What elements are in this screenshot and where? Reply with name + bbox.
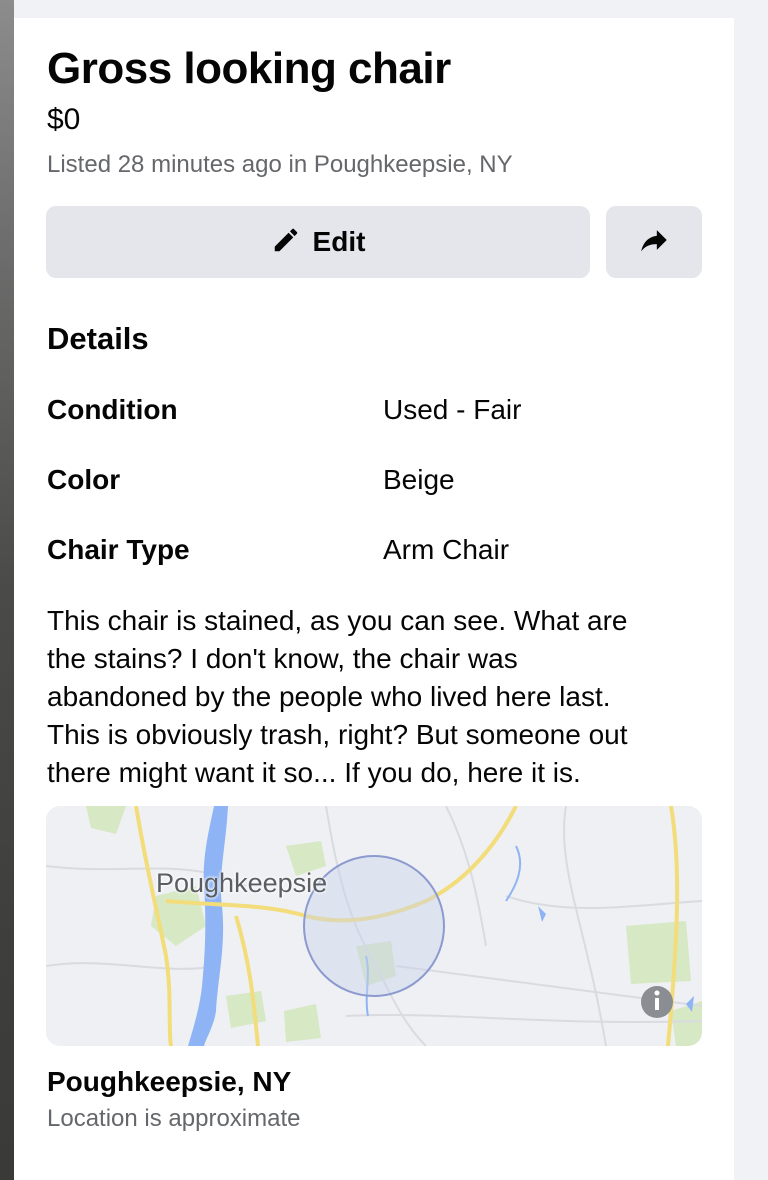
- location-name: Poughkeepsie, NY: [47, 1066, 292, 1097]
- detail-row-chair-type: Chair Type Arm Chair: [47, 532, 707, 568]
- info-icon[interactable]: [641, 986, 673, 1018]
- detail-row-color: Color Beige: [47, 462, 707, 498]
- detail-label: Chair Type: [47, 534, 190, 565]
- details-heading: Details: [47, 321, 149, 356]
- detail-value: Beige: [383, 464, 455, 495]
- listing-price: $0: [47, 103, 81, 136]
- listing-detail-panel: Gross looking chair $0 Listed 28 minutes…: [14, 18, 734, 1180]
- detail-row-condition: Condition Used - Fair: [47, 392, 707, 428]
- listing-meta: Listed 28 minutes ago in Poughkeepsie, N…: [47, 151, 513, 178]
- map-city-label: Poughkeepsie: [156, 868, 328, 898]
- share-arrow-icon: [637, 223, 671, 262]
- detail-label: Condition: [47, 394, 178, 425]
- pencil-icon: [271, 225, 301, 260]
- location-note: Location is approximate: [47, 1105, 301, 1132]
- share-button[interactable]: [606, 206, 702, 278]
- listing-description: This chair is stained, as you can see. W…: [47, 605, 628, 788]
- background-photo-edge: [0, 0, 14, 1180]
- detail-value: Used - Fair: [383, 394, 522, 425]
- edit-button[interactable]: Edit: [46, 206, 590, 278]
- detail-value: Arm Chair: [383, 534, 510, 565]
- edit-button-label: Edit: [312, 226, 366, 257]
- detail-label: Color: [47, 464, 121, 495]
- listing-title: Gross looking chair: [47, 44, 451, 93]
- location-map[interactable]: Poughkeepsie: [46, 806, 702, 1046]
